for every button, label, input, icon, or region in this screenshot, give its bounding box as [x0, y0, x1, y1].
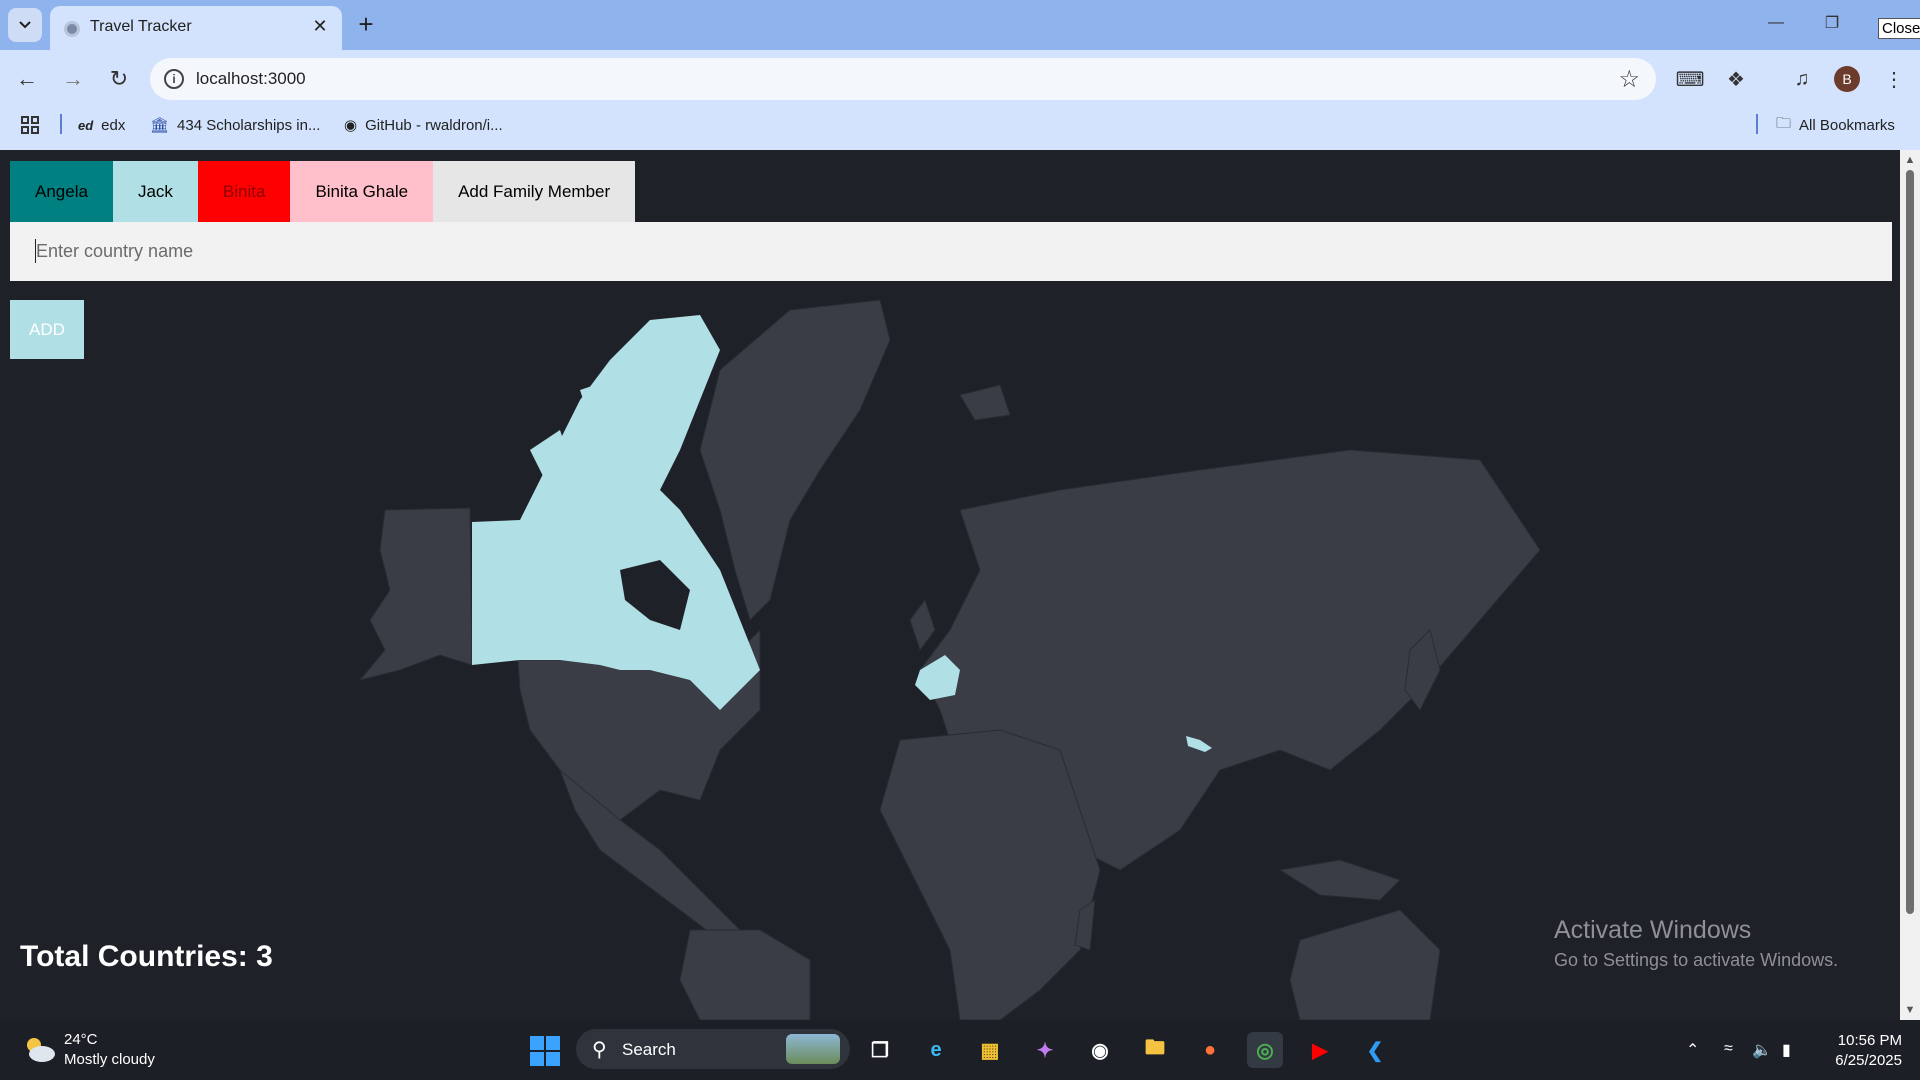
- member-tab-angela[interactable]: Angela: [10, 161, 113, 222]
- country-name-input[interactable]: [10, 222, 1892, 281]
- activate-windows-subtitle: Go to Settings to activate Windows.: [1554, 950, 1839, 970]
- address-url[interactable]: localhost:3000: [196, 69, 306, 89]
- task-view-icon[interactable]: ❐: [862, 1032, 898, 1068]
- extensions-icon[interactable]: ❖: [1722, 65, 1750, 93]
- bookmark-scholarships[interactable]: 🏛 434 Scholarships in...: [150, 115, 320, 135]
- chevron-down-icon: [19, 21, 31, 29]
- globe-icon: [64, 21, 80, 37]
- map-country-uk: [909, 598, 936, 652]
- youtube-icon[interactable]: ▶: [1302, 1032, 1338, 1068]
- family-member-tabs: Angela Jack Binita Binita Ghale Add Fami…: [10, 161, 636, 222]
- close-tooltip: Close: [1878, 18, 1920, 39]
- folder-icon: 🗀: [1776, 114, 1792, 132]
- bookmark-github[interactable]: ◉ GitHub - rwaldron/i...: [344, 115, 503, 135]
- copilot-icon[interactable]: ✦: [1027, 1032, 1063, 1068]
- member-tab-binita[interactable]: Binita: [197, 161, 291, 222]
- search-highlight-image: [786, 1034, 840, 1064]
- bookmark-separator: [1756, 114, 1758, 134]
- map-country-indonesia: [1278, 859, 1401, 901]
- member-tab-jack[interactable]: Jack: [112, 161, 198, 222]
- search-label: Search: [622, 1040, 676, 1059]
- cloudy-weather-icon[interactable]: [22, 1034, 56, 1064]
- bookmark-star-icon[interactable]: ☆: [1618, 65, 1640, 94]
- media-control-icon[interactable]: ♫: [1788, 65, 1816, 93]
- all-bookmarks-label: All Bookmarks: [1799, 116, 1895, 134]
- add-family-member-button[interactable]: Add Family Member: [433, 161, 636, 222]
- map-country-south-america: [679, 929, 811, 1020]
- clock-date[interactable]: 6/25/2025: [1822, 1052, 1902, 1069]
- more-menu-icon[interactable]: ⋮: [1880, 65, 1908, 93]
- activate-windows-title: Activate Windows: [1554, 916, 1752, 944]
- restore-icon[interactable]: ❐: [1812, 8, 1852, 38]
- start-button[interactable]: [530, 1036, 560, 1066]
- tab-search-button[interactable]: [8, 8, 42, 42]
- map-country-alaska: [358, 507, 473, 681]
- weather-temperature[interactable]: 24°C: [64, 1031, 98, 1048]
- browser-tab[interactable]: Travel Tracker ✕: [50, 6, 342, 50]
- text-caret: [35, 239, 36, 263]
- apps-grid-icon[interactable]: [20, 115, 40, 135]
- search-icon: ⚲: [592, 1039, 607, 1061]
- map-country-iceland: [959, 384, 1011, 421]
- new-tab-button[interactable]: +: [352, 9, 380, 39]
- wifi-icon[interactable]: ≈: [1724, 1040, 1733, 1058]
- profile-avatar[interactable]: B: [1834, 66, 1860, 92]
- tab-close-button[interactable]: ✕: [308, 14, 332, 38]
- bookmark-separator: [60, 114, 62, 134]
- tray-chevron-up-icon[interactable]: ⌃: [1686, 1040, 1699, 1060]
- address-bar[interactable]: i localhost:3000 ☆: [150, 58, 1656, 100]
- tab-title: Travel Tracker: [90, 18, 192, 35]
- scroll-up-icon[interactable]: ▲: [1904, 154, 1916, 166]
- bookmark-edx[interactable]: ed edx: [78, 115, 125, 135]
- map-country-greenland: [699, 299, 891, 621]
- site-info-icon[interactable]: i: [164, 69, 184, 89]
- map-country-canada: [472, 315, 760, 710]
- minimize-icon[interactable]: —: [1756, 8, 1796, 38]
- bookmark-label: GitHub - rwaldron/i...: [365, 116, 503, 134]
- forward-icon[interactable]: →: [58, 64, 88, 94]
- total-countries-count: Total Countries: 3: [20, 940, 273, 973]
- firefox-icon[interactable]: ●: [1192, 1032, 1228, 1068]
- member-tab-binita-ghale[interactable]: Binita Ghale: [290, 161, 434, 222]
- tab-strip: Travel Tracker ✕ + — ❐ Close: [0, 0, 1920, 50]
- github-icon: ◉: [344, 117, 358, 134]
- institution-icon: 🏛: [150, 117, 170, 134]
- map-country-africa: [879, 729, 1101, 1020]
- chrome-icon[interactable]: ◎: [1247, 1032, 1283, 1068]
- add-country-button[interactable]: ADD: [10, 300, 84, 359]
- bookmark-label: edx: [101, 116, 126, 134]
- page-scrollbar[interactable]: ▲ ▼: [1900, 150, 1920, 1020]
- scroll-down-icon[interactable]: ▼: [1904, 1004, 1916, 1016]
- reload-icon[interactable]: ↻: [104, 64, 134, 94]
- back-icon[interactable]: ←: [12, 64, 42, 94]
- windows-logo-icon: [530, 1036, 544, 1050]
- edge-icon[interactable]: e: [918, 1032, 954, 1068]
- vscode-icon[interactable]: ❮: [1357, 1032, 1393, 1068]
- travel-tracker-page: Angela Jack Binita Binita Ghale Add Fami…: [0, 150, 1900, 1020]
- scrollbar-thumb[interactable]: [1906, 170, 1914, 914]
- clock-time[interactable]: 10:56 PM: [1832, 1032, 1902, 1049]
- volume-icon[interactable]: 🔈: [1752, 1040, 1772, 1060]
- bookmark-label: 434 Scholarships in...: [177, 116, 321, 134]
- all-bookmarks[interactable]: 🗀 All Bookmarks: [1776, 115, 1895, 135]
- github-desktop-icon[interactable]: ◉: [1082, 1032, 1118, 1068]
- windows-taskbar: 24°C Mostly cloudy ⚲ Search ❐ e ▦ ✦ ◉ 🖿 …: [0, 1020, 1920, 1080]
- edx-icon: ed: [78, 117, 94, 133]
- file-explorer-icon[interactable]: 🖿: [1137, 1032, 1173, 1068]
- battery-icon[interactable]: ▮: [1782, 1040, 1791, 1060]
- store-icon[interactable]: ▦: [972, 1032, 1008, 1068]
- map-country-australia: [1289, 909, 1441, 1020]
- browser-toolbar: ← → ↻ i localhost:3000 ☆ ⌨ ❖ ♫ B ⋮ ed ed…: [0, 50, 1920, 158]
- taskbar-search[interactable]: ⚲ Search: [576, 1029, 850, 1069]
- weather-description[interactable]: Mostly cloudy: [64, 1051, 155, 1068]
- keyboard-icon[interactable]: ⌨: [1676, 65, 1705, 93]
